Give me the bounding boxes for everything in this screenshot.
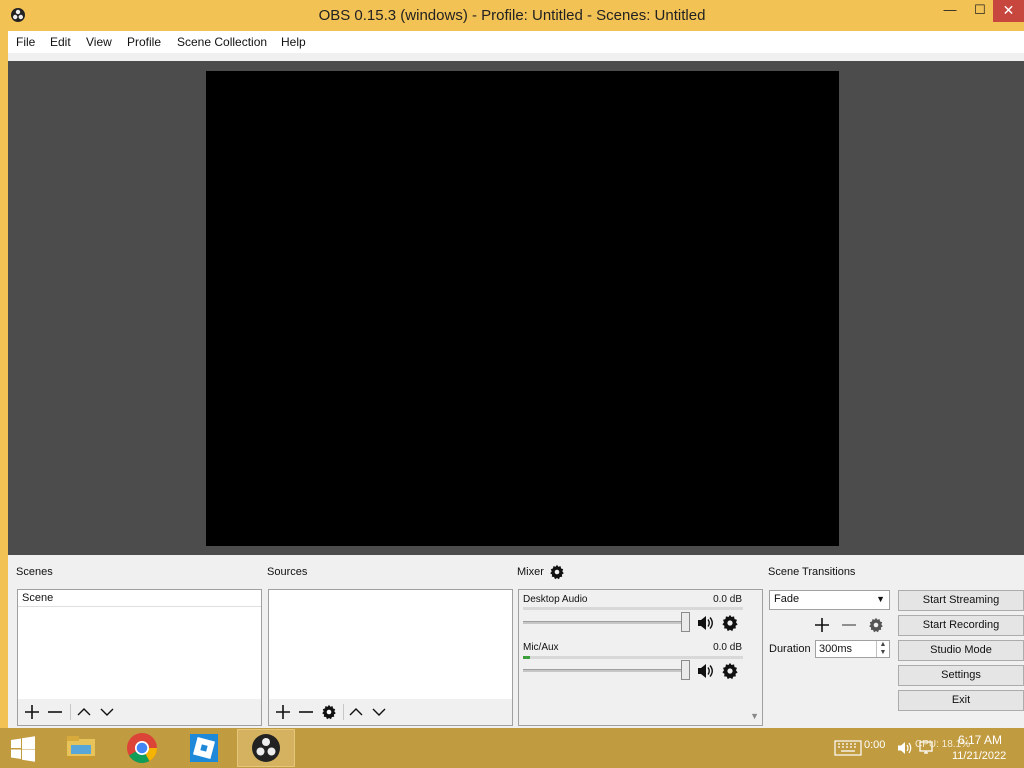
gear-icon[interactable] xyxy=(721,662,739,680)
volume-icon[interactable] xyxy=(897,741,913,755)
volume-meter-fill xyxy=(523,656,530,659)
source-properties-button[interactable] xyxy=(319,702,339,722)
start-streaming-button[interactable]: Start Streaming xyxy=(898,590,1024,611)
clock-time[interactable]: 6:17 AM xyxy=(958,733,1002,747)
plus-icon xyxy=(25,705,39,719)
scenes-label: Scenes xyxy=(16,566,53,578)
chevron-down-icon xyxy=(100,708,114,716)
volume-slider-track[interactable] xyxy=(523,621,683,624)
move-scene-down-button[interactable] xyxy=(97,702,117,722)
speaker-icon[interactable] xyxy=(696,614,714,632)
sources-label: Sources xyxy=(267,566,308,578)
studio-mode-button[interactable]: Studio Mode xyxy=(898,640,1024,661)
add-scene-button[interactable] xyxy=(22,702,42,722)
chevron-up-icon xyxy=(349,708,363,716)
menu-profile[interactable]: Profile xyxy=(127,35,161,49)
tray-cpu-text: 0:00 xyxy=(864,739,886,751)
mixer-channel-db: 0.0 dB xyxy=(713,642,742,653)
scenes-list[interactable]: Scene xyxy=(17,589,262,726)
preview-canvas[interactable] xyxy=(206,71,839,546)
gear-icon[interactable] xyxy=(721,614,739,632)
toolbar-divider xyxy=(343,704,344,720)
mixer-settings-gear-icon[interactable] xyxy=(549,564,565,580)
transition-select-value: Fade xyxy=(774,593,800,605)
menu-view[interactable]: View xyxy=(86,35,112,49)
duration-spinbox[interactable]: 300ms ▲ ▼ xyxy=(815,640,890,658)
menu-edit[interactable]: Edit xyxy=(50,35,71,49)
obs-window: OBS 0.15.3 (windows) - Profile: Untitled… xyxy=(0,0,1024,728)
menu-help[interactable]: Help xyxy=(281,35,306,49)
start-button[interactable] xyxy=(6,734,40,764)
minimize-button[interactable]: — xyxy=(935,0,965,22)
transition-properties-gear-icon[interactable] xyxy=(868,617,884,633)
mixer-label: Mixer xyxy=(517,566,544,578)
taskbar: 0:00 CPU: 18.1% 6:17 AM 11/21/2022 xyxy=(0,728,1024,768)
keyboard-icon[interactable] xyxy=(834,740,862,756)
add-source-button[interactable] xyxy=(273,702,293,722)
title-bar[interactable]: OBS 0.15.3 (windows) - Profile: Untitled… xyxy=(0,0,1024,31)
toolbar-divider xyxy=(70,704,71,720)
volume-slider-track[interactable] xyxy=(523,669,683,672)
remove-source-button[interactable] xyxy=(296,702,316,722)
dropdown-arrow-icon: ▼ xyxy=(876,594,885,604)
preview-area xyxy=(8,61,1024,555)
mixer-channel-db: 0.0 dB xyxy=(713,594,742,605)
mixer-panel: Desktop Audio 0.0 dB Mic/Aux 0.0 dB ▼ xyxy=(518,589,763,726)
chrome-icon xyxy=(127,733,157,764)
volume-slider-handle[interactable] xyxy=(681,612,690,632)
mixer-channel-name: Desktop Audio xyxy=(523,594,588,605)
scenes-toolbar xyxy=(18,699,261,725)
taskbar-chrome[interactable] xyxy=(113,729,171,767)
plus-icon xyxy=(276,705,290,719)
menu-scene-collection[interactable]: Scene Collection xyxy=(177,35,267,49)
obs-icon xyxy=(252,734,280,762)
sources-toolbar xyxy=(269,699,512,725)
exit-button[interactable]: Exit xyxy=(898,690,1024,711)
folder-icon xyxy=(67,736,95,760)
move-source-up-button[interactable] xyxy=(346,702,366,722)
minus-icon xyxy=(299,711,313,713)
scene-transitions-label: Scene Transitions xyxy=(768,566,856,578)
window-title: OBS 0.15.3 (windows) - Profile: Untitled… xyxy=(318,7,706,24)
start-recording-button[interactable]: Start Recording xyxy=(898,615,1024,636)
taskbar-file-explorer[interactable] xyxy=(52,729,110,767)
move-source-down-button[interactable] xyxy=(369,702,389,722)
duration-label: Duration xyxy=(769,643,811,655)
scroll-down-icon[interactable]: ▼ xyxy=(750,711,759,721)
chevron-up-icon xyxy=(77,708,91,716)
mixer-channel-name: Mic/Aux xyxy=(523,642,559,653)
spin-buttons[interactable]: ▲ ▼ xyxy=(876,641,889,657)
menu-file[interactable]: File xyxy=(16,35,35,49)
volume-slider-handle[interactable] xyxy=(681,660,690,680)
taskbar-roblox[interactable] xyxy=(175,729,233,767)
transition-select[interactable]: Fade ▼ xyxy=(769,590,890,610)
clock-date[interactable]: 11/21/2022 xyxy=(952,750,1006,762)
menu-bar: File Edit View Profile Scene Collection … xyxy=(8,31,1024,53)
main-client-area: File Edit View Profile Scene Collection … xyxy=(8,31,1024,728)
move-scene-up-button[interactable] xyxy=(74,702,94,722)
volume-meter xyxy=(523,656,743,659)
close-button[interactable]: ✕ xyxy=(993,0,1024,22)
roblox-icon xyxy=(190,734,218,762)
settings-button[interactable]: Settings xyxy=(898,665,1024,686)
volume-meter xyxy=(523,607,743,610)
duration-value: 300ms xyxy=(819,643,853,655)
sources-list[interactable] xyxy=(268,589,513,726)
add-transition-button[interactable] xyxy=(814,617,830,633)
list-item[interactable]: Scene xyxy=(18,590,261,607)
gear-icon xyxy=(322,704,336,720)
chevron-down-icon xyxy=(372,708,386,716)
remove-transition-button[interactable] xyxy=(841,617,857,633)
minus-icon xyxy=(48,711,62,713)
maximize-button[interactable]: ☐ xyxy=(965,0,995,22)
speaker-icon[interactable] xyxy=(696,662,714,680)
remove-scene-button[interactable] xyxy=(45,702,65,722)
taskbar-obs[interactable] xyxy=(237,729,295,767)
